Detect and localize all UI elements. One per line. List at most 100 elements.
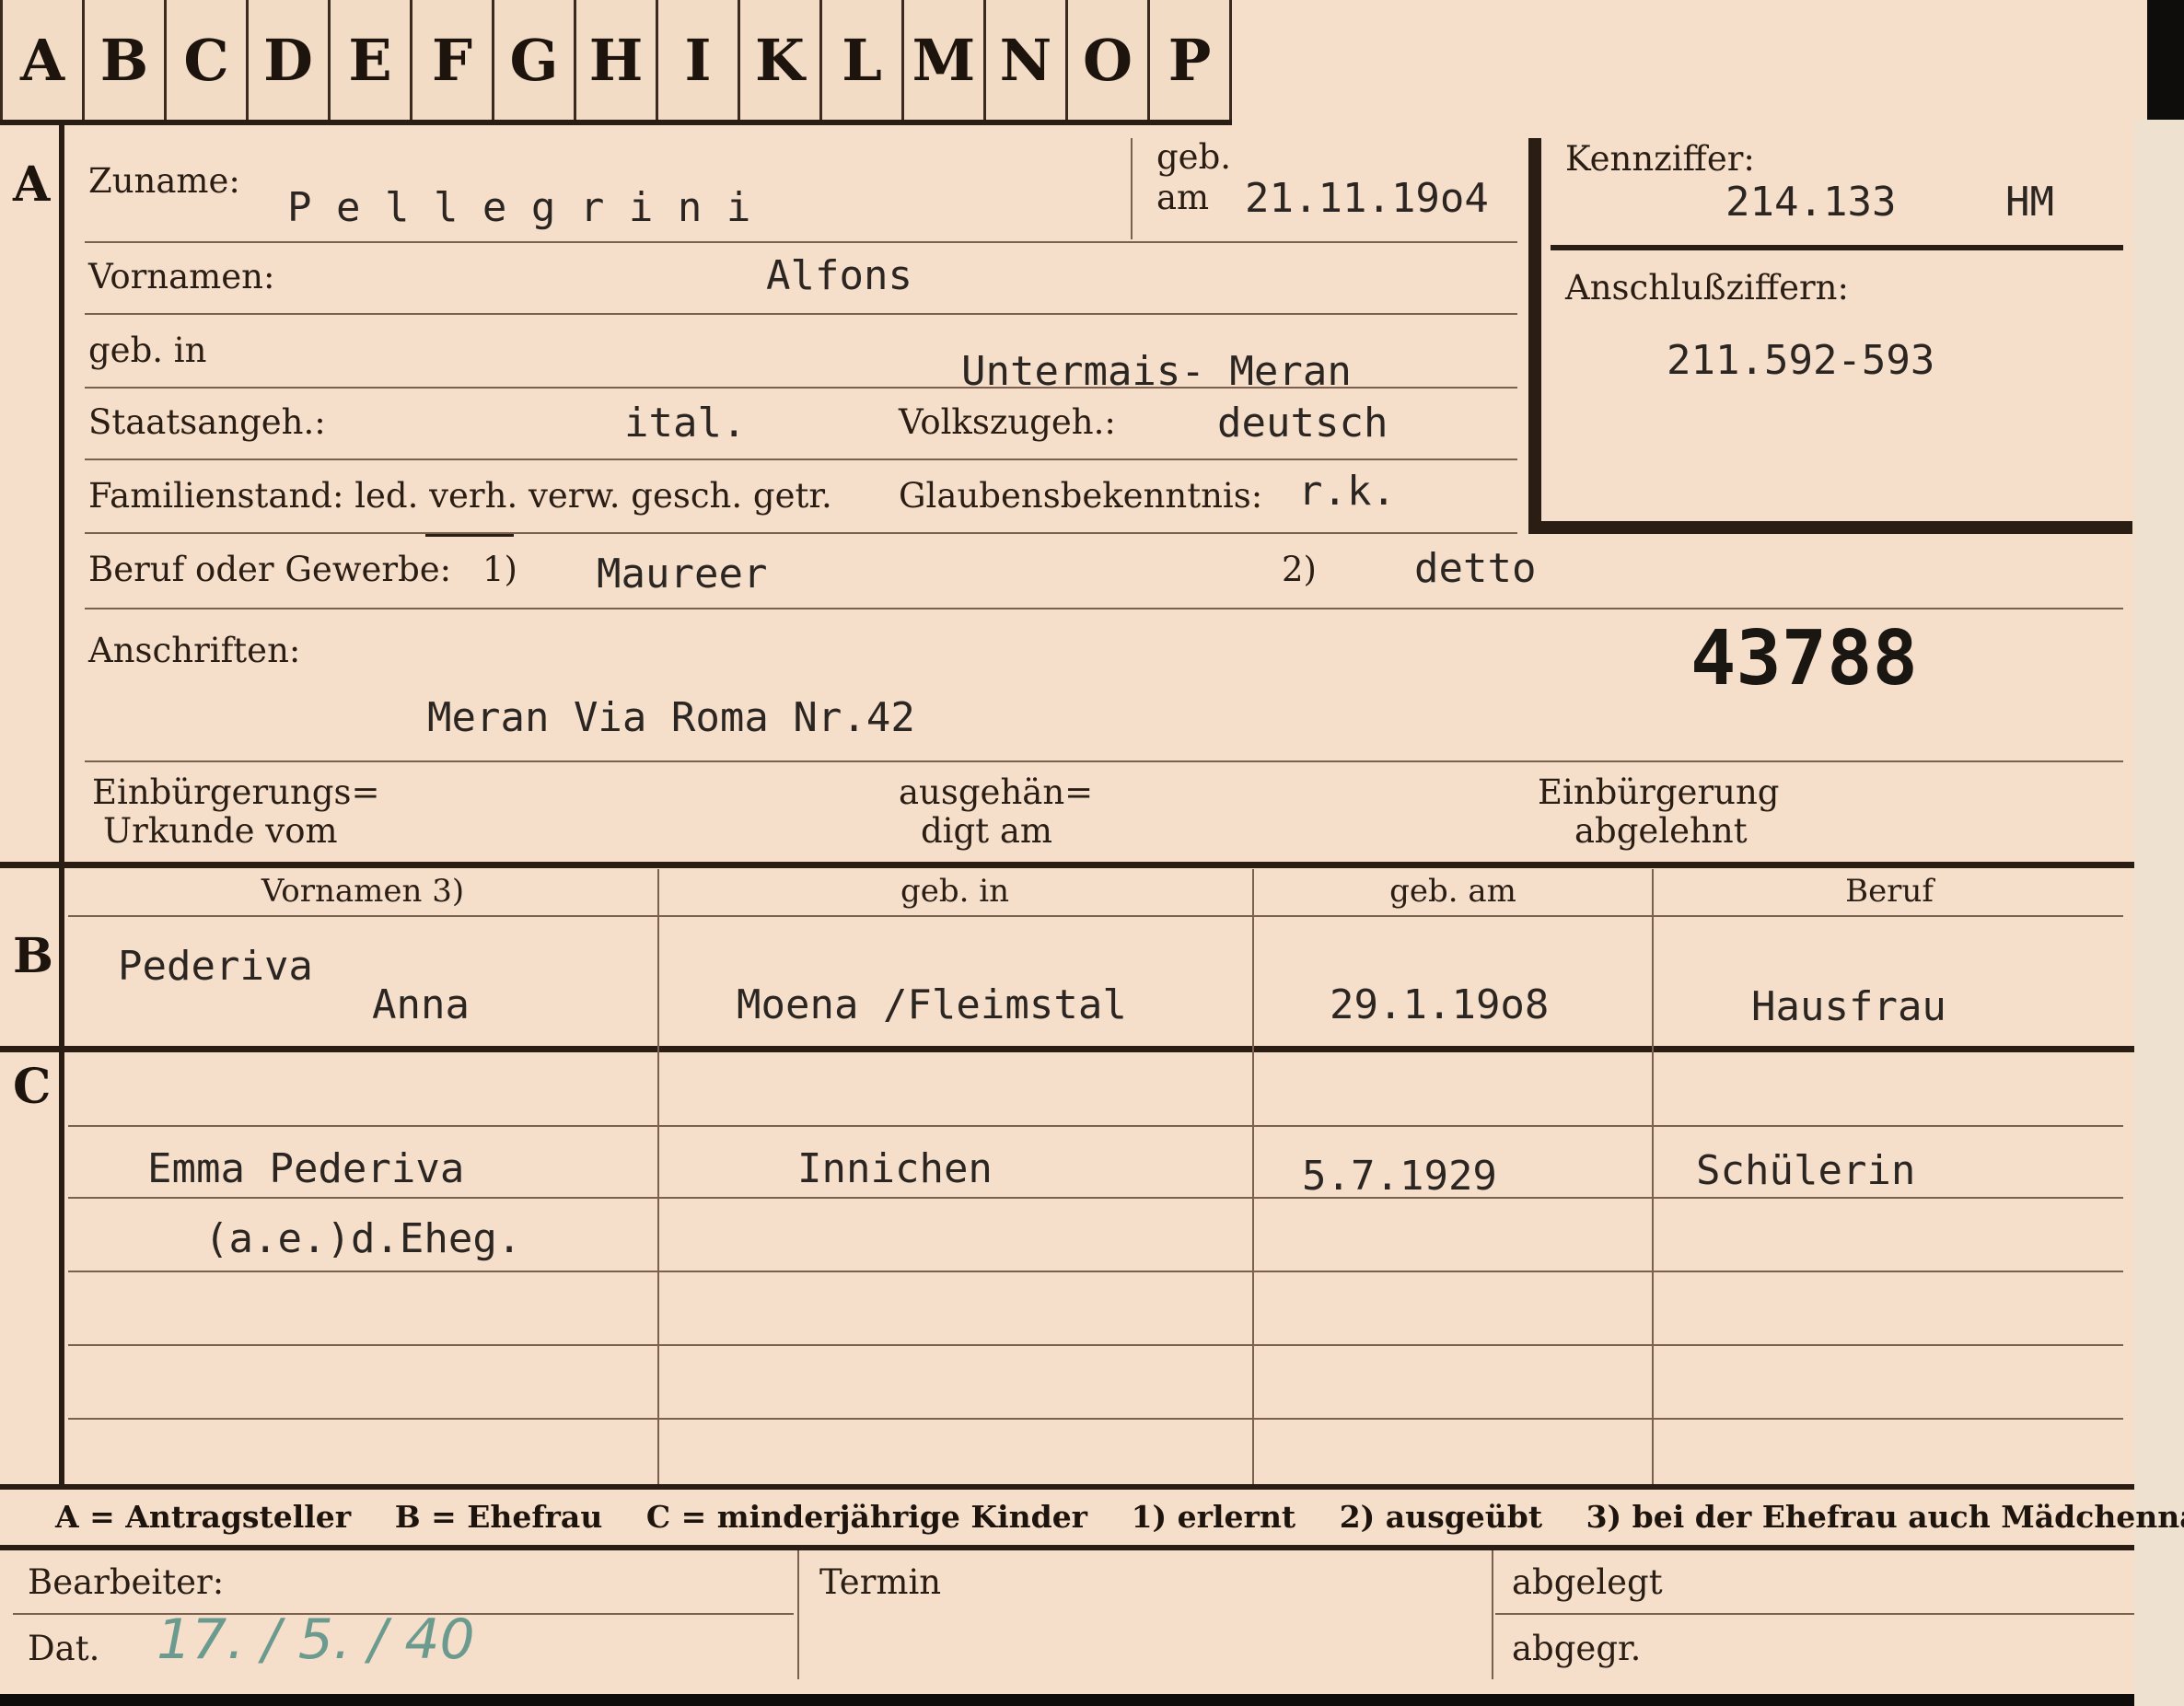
occupation-learned-value: Maureer	[597, 551, 768, 598]
marital-status-label: Familienstand: led. verh. verw. gesch. g…	[88, 476, 832, 516]
column-divider	[1492, 1550, 1493, 1679]
surname-label: Zuname:	[88, 161, 240, 201]
wife-col-header-birthdate: geb. am	[1389, 873, 1516, 910]
naturalization-label-line2: Urkunde vom	[103, 811, 338, 851]
legend-a: A = Antragsteller	[55, 1499, 352, 1535]
given-names-value: Alfons	[766, 252, 912, 299]
child-birthdate: 5.7.1929	[1302, 1153, 1497, 1200]
religion-label: Glaubensbekenntnis:	[899, 476, 1263, 516]
given-names-label: Vornamen:	[88, 257, 275, 296]
tab-letter[interactable]: L	[822, 0, 904, 120]
handed-over-label-line1: ausgehän=	[899, 772, 1094, 812]
section-c-marker: C	[13, 1059, 52, 1115]
ethnicity-label: Volkszugeh.:	[899, 402, 1116, 442]
footer-top-border	[0, 1545, 2134, 1550]
divider	[85, 532, 1517, 534]
legend-note-2: 2) ausgeübt	[1339, 1499, 1543, 1535]
column-divider	[1652, 869, 1654, 1484]
divider	[68, 915, 2123, 917]
filed-label: abgelegt	[1512, 1562, 1663, 1602]
religion-value: r.k.	[1298, 468, 1396, 515]
alphabet-tabs: A B C D E F G H I K L M N O P	[0, 0, 1232, 125]
id-number-label: Kennziffer:	[1565, 139, 1755, 179]
wife-birthdate: 29.1.19o8	[1330, 981, 1550, 1028]
rejected-label-line1: Einbürgerung	[1538, 772, 1780, 812]
tab-letter[interactable]: A	[0, 0, 85, 120]
wife-col-header-names: Vornamen 3)	[261, 873, 465, 910]
id-number-suffix: HM	[2005, 179, 2054, 226]
legend-b: B = Ehefrau	[394, 1499, 603, 1535]
divider	[85, 608, 2123, 609]
tab-letter[interactable]: K	[740, 0, 822, 120]
record-number: 43788	[1690, 615, 1918, 702]
tab-letter[interactable]: D	[249, 0, 331, 120]
table-row	[68, 1418, 2123, 1420]
occupation-practised-value: detto	[1414, 545, 1537, 592]
link-numbers-label: Anschlußziffern:	[1565, 268, 1849, 308]
address-label: Anschriften:	[88, 631, 301, 670]
citizenship-label: Staatsangeh.:	[88, 402, 326, 442]
wife-surname: Pederiva	[118, 943, 313, 990]
delivered-label: abgegr.	[1512, 1629, 1642, 1668]
section-b-marker: B	[13, 928, 53, 984]
date-handwritten: 17. / 5. / 40	[157, 1607, 475, 1672]
wife-birthplace: Moena /Fleimstal	[737, 981, 1127, 1028]
occupation-label: Beruf oder Gewerbe:	[88, 550, 452, 589]
footnote-1-marker: 1)	[482, 550, 517, 589]
divider	[1495, 1613, 2134, 1615]
tab-letter[interactable]: N	[986, 0, 1068, 120]
tab-letter[interactable]: C	[167, 0, 249, 120]
id-box-left-border	[1528, 138, 1541, 534]
ethnicity-value: deutsch	[1217, 400, 1388, 447]
wife-col-header-occupation: Beruf	[1845, 873, 1934, 910]
table-row	[68, 1125, 2123, 1127]
wife-col-header-birthplace: geb. in	[900, 873, 1010, 910]
handed-over-label-line2: digt am	[921, 811, 1052, 851]
tab-letter[interactable]: F	[412, 0, 494, 120]
deadline-label: Termin	[819, 1562, 942, 1602]
tab-letter[interactable]: H	[576, 0, 658, 120]
section-b-top-border	[0, 862, 2134, 868]
tab-letter[interactable]: I	[658, 0, 740, 120]
date-label: Dat.	[28, 1629, 100, 1668]
wife-occupation: Hausfrau	[1751, 983, 1946, 1030]
legend-c: C = minderjährige Kinder	[645, 1499, 1088, 1535]
column-divider	[797, 1550, 799, 1679]
child-occupation: Schülerin	[1696, 1147, 1916, 1194]
tab-letter[interactable]: G	[494, 0, 576, 120]
child-birthplace: Innichen	[797, 1145, 993, 1192]
birthdate-label-top: geb.	[1156, 137, 1232, 177]
divider	[85, 458, 1517, 460]
legend-note-1: 1) erlernt	[1131, 1499, 1296, 1535]
legend-note-3: 3) bei der Ehefrau auch Mädchenname	[1586, 1499, 2184, 1535]
table-row	[68, 1197, 2123, 1199]
tab-letter[interactable]: M	[904, 0, 986, 120]
tab-letter[interactable]: B	[85, 0, 167, 120]
id-box-divider	[1551, 245, 2123, 250]
tab-letter[interactable]: E	[331, 0, 412, 120]
id-number-value: 214.133	[1725, 179, 1897, 226]
clerk-label: Bearbeiter:	[28, 1562, 225, 1602]
divider	[85, 760, 2123, 762]
tab-letter[interactable]: P	[1150, 0, 1232, 120]
table-row	[68, 1271, 2123, 1272]
divider	[85, 387, 1517, 389]
address-value: Meran Via Roma Nr.42	[427, 694, 915, 741]
surname-value: P e l l e g r i n i	[287, 184, 751, 231]
wife-given-name: Anna	[372, 981, 470, 1028]
child-note: (a.e.)d.Eheg.	[204, 1215, 522, 1262]
naturalization-label-line1: Einbürgerungs=	[92, 772, 380, 812]
birthdate-label-bottom: am	[1156, 178, 1210, 217]
divider	[1131, 138, 1133, 239]
column-divider	[1252, 869, 1254, 1484]
section-a-marker: A	[13, 157, 51, 213]
rejected-label-line2: abgelehnt	[1574, 811, 1748, 851]
table-row	[68, 1344, 2123, 1346]
footnote-2-marker: 2)	[1282, 550, 1317, 589]
divider	[85, 313, 1517, 315]
child-name: Emma Pederiva	[147, 1145, 465, 1192]
left-rule	[59, 125, 64, 1488]
link-numbers-value: 211.592-593	[1667, 337, 1935, 384]
column-divider	[657, 869, 659, 1484]
tab-letter[interactable]: O	[1068, 0, 1150, 120]
